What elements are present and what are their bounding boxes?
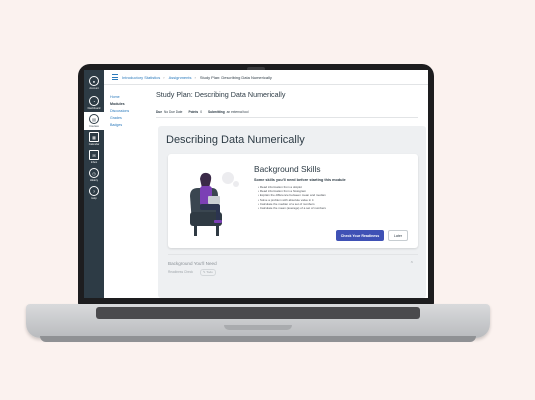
history-icon: ◷: [89, 168, 99, 178]
points-value: 0: [200, 109, 202, 114]
check-readiness-button[interactable]: Check Your Readiness: [336, 230, 384, 241]
panel-title: Describing Data Numerically: [166, 134, 305, 146]
help-icon: ?: [89, 186, 99, 196]
breadcrumb-course[interactable]: Introductory Statistics: [122, 75, 160, 80]
hamburger-icon[interactable]: [112, 74, 118, 80]
laptop-base: [26, 304, 490, 338]
later-button[interactable]: Later: [388, 230, 408, 241]
global-nav: ● Account ◔ Dashboard ▤ Courses ▦ Calend…: [84, 70, 104, 298]
status-badge-label: Todo: [206, 270, 213, 274]
trackpad-notch: [224, 325, 292, 330]
assignment-details: Due No Due Date Points 0 Submitting an exte…: [156, 106, 418, 118]
list-item: Calculate the mean (average) of a set of…: [258, 206, 326, 210]
skills-list: Read information from a dotplot Read inf…: [258, 185, 326, 210]
course-nav: Home Modules Discussions Grades Badges: [110, 94, 148, 129]
keyboard-strip: [96, 307, 420, 319]
nav-help-label: Help: [91, 197, 97, 200]
chevron-up-icon[interactable]: ⌃: [410, 261, 414, 267]
points-label: Points: [188, 109, 199, 114]
laptop-screen: ● Account ◔ Dashboard ▤ Courses ▦ Calend…: [84, 70, 428, 298]
course-nav-grades[interactable]: Grades: [110, 115, 148, 122]
nav-inbox-label: Inbox: [90, 161, 98, 164]
breadcrumb-separator-icon: ›: [194, 74, 196, 80]
background-section[interactable]: Background You'll Need Readiness Check ✎…: [168, 254, 418, 281]
nav-history[interactable]: ◷ History: [84, 166, 104, 184]
card-title: Background Skills: [254, 164, 321, 174]
nav-help[interactable]: ? Help: [84, 184, 104, 202]
nav-courses[interactable]: ▤ Courses: [84, 112, 104, 130]
nav-courses-label: Courses: [89, 125, 99, 128]
nav-dashboard[interactable]: ◔ Dashboard: [84, 94, 104, 112]
status-badge: ✎ Todo: [200, 269, 216, 276]
breadcrumb-current: Study Plan: Describing Data Numerically: [199, 74, 272, 80]
nav-account-label: Account: [89, 87, 99, 90]
course-nav-badges[interactable]: Badges: [110, 122, 148, 129]
nav-calendar[interactable]: ▦ Calendar: [84, 130, 104, 148]
list-item: Explain the difference between mean and …: [258, 193, 326, 197]
main-content: Study Plan: Describing Data Numerically …: [154, 84, 428, 298]
breadcrumb: Introductory Statistics › Assignments › …: [104, 70, 428, 85]
card-subtitle: Some skills you'll need before starting …: [254, 178, 346, 182]
nav-history-label: History: [89, 179, 99, 182]
due-label: Due: [156, 109, 163, 114]
nav-dashboard-label: Dashboard: [87, 107, 101, 110]
submitting-info: Submitting an external tool: [208, 110, 248, 114]
student-illustration: [190, 172, 239, 236]
points-info: Points 0: [188, 110, 202, 114]
inbox-icon: ✉: [89, 150, 99, 160]
breadcrumb-separator-icon: ›: [163, 74, 165, 80]
course-nav-discussions[interactable]: Discussions: [110, 108, 148, 115]
section-subtitle: Readiness Check: [168, 270, 193, 274]
course-nav-home[interactable]: Home: [110, 94, 148, 101]
nav-calendar-label: Calendar: [88, 143, 100, 146]
section-title: Background You'll Need: [168, 261, 217, 266]
submitting-value: an external tool: [226, 109, 249, 114]
account-icon: ●: [89, 76, 99, 86]
courses-icon: ▤: [89, 114, 99, 124]
dashboard-icon: ◔: [89, 96, 99, 106]
due-info: Due No Due Date: [156, 110, 182, 114]
laptop-lid: ● Account ◔ Dashboard ▤ Courses ▦ Calend…: [78, 64, 434, 306]
due-value: No Due Date: [164, 109, 183, 114]
laptop-base-lip: [40, 336, 476, 342]
course-nav-modules[interactable]: Modules: [110, 101, 148, 108]
nav-account[interactable]: ● Account: [84, 74, 104, 92]
background-skills-card: Background Skills Some skills you'll nee…: [168, 154, 418, 248]
nav-inbox[interactable]: ✉ Inbox: [84, 148, 104, 166]
page-title: Study Plan: Describing Data Numerically: [156, 90, 286, 99]
breadcrumb-assignments[interactable]: Assignments: [169, 75, 192, 80]
submitting-label: Submitting: [208, 109, 225, 114]
calendar-icon: ▦: [89, 132, 99, 142]
study-plan-panel: Describing Data Numerically Background S…: [158, 126, 426, 298]
